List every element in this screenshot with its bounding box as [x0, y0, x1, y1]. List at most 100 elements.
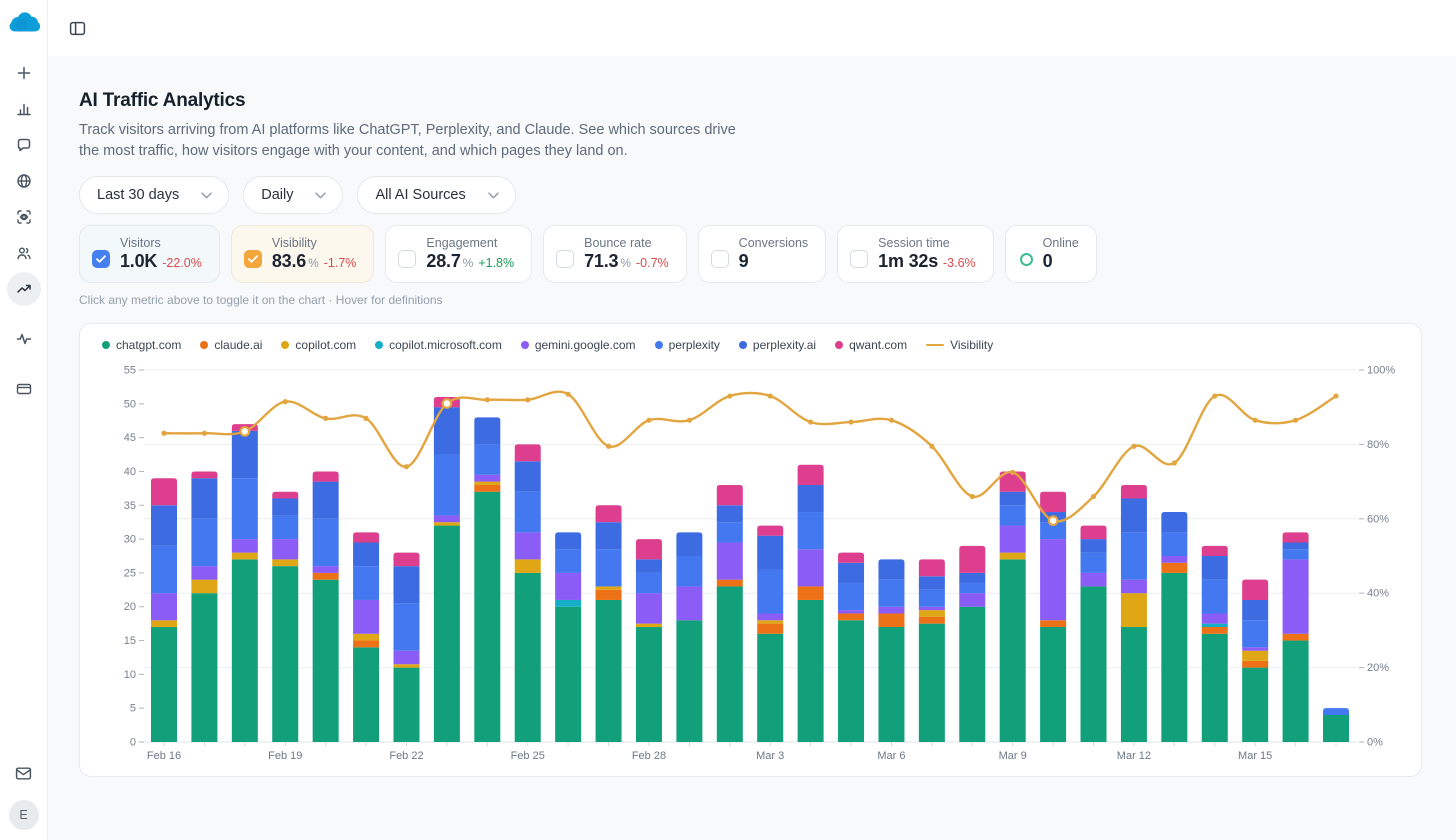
legend-item-perplexity[interactable]: perplexity: [655, 338, 720, 352]
visibility-point-highlight[interactable]: [443, 399, 452, 408]
bar-mar-3[interactable]: [757, 526, 783, 742]
sidebar-item-analytics[interactable]: [7, 92, 41, 126]
bar-mar-13[interactable]: [1161, 512, 1187, 742]
visibility-point[interactable]: [768, 394, 773, 399]
bar-mar-15[interactable]: [1242, 580, 1268, 742]
source-select[interactable]: All AI Sources: [357, 176, 515, 214]
bar-feb-26[interactable]: [555, 532, 581, 742]
metric-checkbox[interactable]: [850, 250, 868, 268]
sidebar-item-web[interactable]: [7, 164, 41, 198]
metric-card-visitors[interactable]: Visitors1.0K-22.0%: [79, 225, 220, 283]
visibility-point[interactable]: [525, 397, 530, 402]
visibility-point-highlight[interactable]: [1049, 517, 1058, 526]
visibility-point[interactable]: [566, 392, 571, 397]
metric-card-session-time[interactable]: Session time1m 32s-3.6%: [837, 225, 994, 283]
visibility-point[interactable]: [161, 431, 166, 436]
visibility-point[interactable]: [1293, 418, 1298, 423]
bar-feb-28[interactable]: [636, 539, 662, 742]
legend-item-visibility[interactable]: Visibility: [926, 338, 993, 352]
bar-mar-8[interactable]: [959, 546, 985, 742]
legend-item-copilot-microsoft-com[interactable]: copilot.microsoft.com: [375, 338, 502, 352]
visibility-point[interactable]: [1212, 394, 1217, 399]
legend-item-chatgpt-com[interactable]: chatgpt.com: [102, 338, 181, 352]
metric-checkbox[interactable]: [556, 250, 574, 268]
date-range-select[interactable]: Last 30 days: [79, 176, 229, 214]
legend-item-gemini-google-com[interactable]: gemini.google.com: [521, 338, 636, 352]
sidebar-item-inbox[interactable]: [7, 756, 41, 790]
visibility-point[interactable]: [646, 418, 651, 423]
visibility-point[interactable]: [929, 444, 934, 449]
visibility-point[interactable]: [808, 420, 813, 425]
bar-mar-7[interactable]: [919, 560, 945, 743]
bar-feb-20[interactable]: [313, 472, 339, 743]
bar-mar-5[interactable]: [838, 553, 864, 742]
bar-mar-12[interactable]: [1121, 485, 1147, 742]
legend-item-claude-ai[interactable]: claude.ai: [200, 338, 262, 352]
bar-mar-2[interactable]: [717, 485, 743, 742]
bar-feb-22[interactable]: [393, 553, 419, 742]
bar-mar-16[interactable]: [1283, 532, 1309, 742]
bar-mar-10[interactable]: [1040, 492, 1066, 742]
bar-feb-23[interactable]: [434, 397, 460, 742]
visibility-point[interactable]: [1010, 470, 1015, 475]
visibility-point[interactable]: [1333, 394, 1338, 399]
visibility-point[interactable]: [1253, 418, 1258, 423]
bar-feb-27[interactable]: [596, 505, 622, 742]
sidebar-item-chat[interactable]: [7, 128, 41, 162]
visibility-point[interactable]: [889, 418, 894, 423]
visibility-line: [164, 392, 1336, 522]
visibility-point[interactable]: [848, 420, 853, 425]
visibility-point[interactable]: [323, 416, 328, 421]
visibility-point[interactable]: [485, 397, 490, 402]
visibility-point[interactable]: [606, 444, 611, 449]
visibility-point[interactable]: [970, 494, 975, 499]
sidebar-toggle-button[interactable]: [62, 13, 92, 43]
metric-checkbox[interactable]: [398, 250, 416, 268]
granularity-select[interactable]: Daily: [243, 176, 343, 214]
metric-card-online[interactable]: Online0: [1005, 225, 1097, 283]
visibility-point[interactable]: [202, 431, 207, 436]
visibility-point[interactable]: [1131, 444, 1136, 449]
bar-feb-24[interactable]: [474, 418, 500, 743]
cloud-logo[interactable]: [7, 8, 41, 38]
sidebar-item-new[interactable]: [7, 56, 41, 90]
metric-card-visibility[interactable]: Visibility83.6%-1.7%: [231, 225, 375, 283]
user-avatar[interactable]: E: [9, 800, 39, 830]
bar-feb-16[interactable]: [151, 478, 177, 742]
bar-feb-17[interactable]: [191, 472, 217, 743]
sidebar-item-audience[interactable]: [7, 236, 41, 270]
metric-checkbox[interactable]: [244, 250, 262, 268]
metric-checkbox[interactable]: [92, 250, 110, 268]
bar-mar-9[interactable]: [1000, 472, 1026, 743]
sidebar-item-trends[interactable]: [7, 272, 41, 306]
metric-card-conversions[interactable]: Conversions9: [698, 225, 826, 283]
bar-mar-6[interactable]: [878, 560, 904, 743]
visibility-point[interactable]: [404, 464, 409, 469]
legend-item-perplexity-ai[interactable]: perplexity.ai: [739, 338, 816, 352]
bar-feb-21[interactable]: [353, 532, 379, 742]
visibility-point[interactable]: [1091, 494, 1096, 499]
visibility-point-highlight[interactable]: [241, 427, 250, 436]
visibility-point[interactable]: [363, 416, 368, 421]
bar-mar-17[interactable]: [1323, 708, 1349, 742]
bar-mar-11[interactable]: [1081, 526, 1107, 742]
bar-feb-18[interactable]: [232, 424, 258, 742]
bar-feb-19[interactable]: [272, 492, 298, 742]
sidebar-item-activity[interactable]: [7, 322, 41, 356]
visibility-point[interactable]: [283, 399, 288, 404]
sidebar-item-billing[interactable]: [7, 372, 41, 406]
metric-card-engagement[interactable]: Engagement28.7%+1.8%: [385, 225, 532, 283]
metric-checkbox[interactable]: [711, 250, 729, 268]
bar-feb-25[interactable]: [515, 445, 541, 743]
bar-mar-1[interactable]: [676, 532, 702, 742]
legend-item-copilot-com[interactable]: copilot.com: [281, 338, 356, 352]
visibility-point[interactable]: [687, 418, 692, 423]
svg-text:25: 25: [124, 568, 136, 580]
sidebar-item-monitor[interactable]: [7, 200, 41, 234]
metric-card-bounce-rate[interactable]: Bounce rate71.3%-0.7%: [543, 225, 687, 283]
visibility-point[interactable]: [1172, 461, 1177, 466]
bar-mar-14[interactable]: [1202, 546, 1228, 742]
bar-mar-4[interactable]: [798, 465, 824, 742]
legend-item-qwant-com[interactable]: qwant.com: [835, 338, 907, 352]
visibility-point[interactable]: [727, 394, 732, 399]
